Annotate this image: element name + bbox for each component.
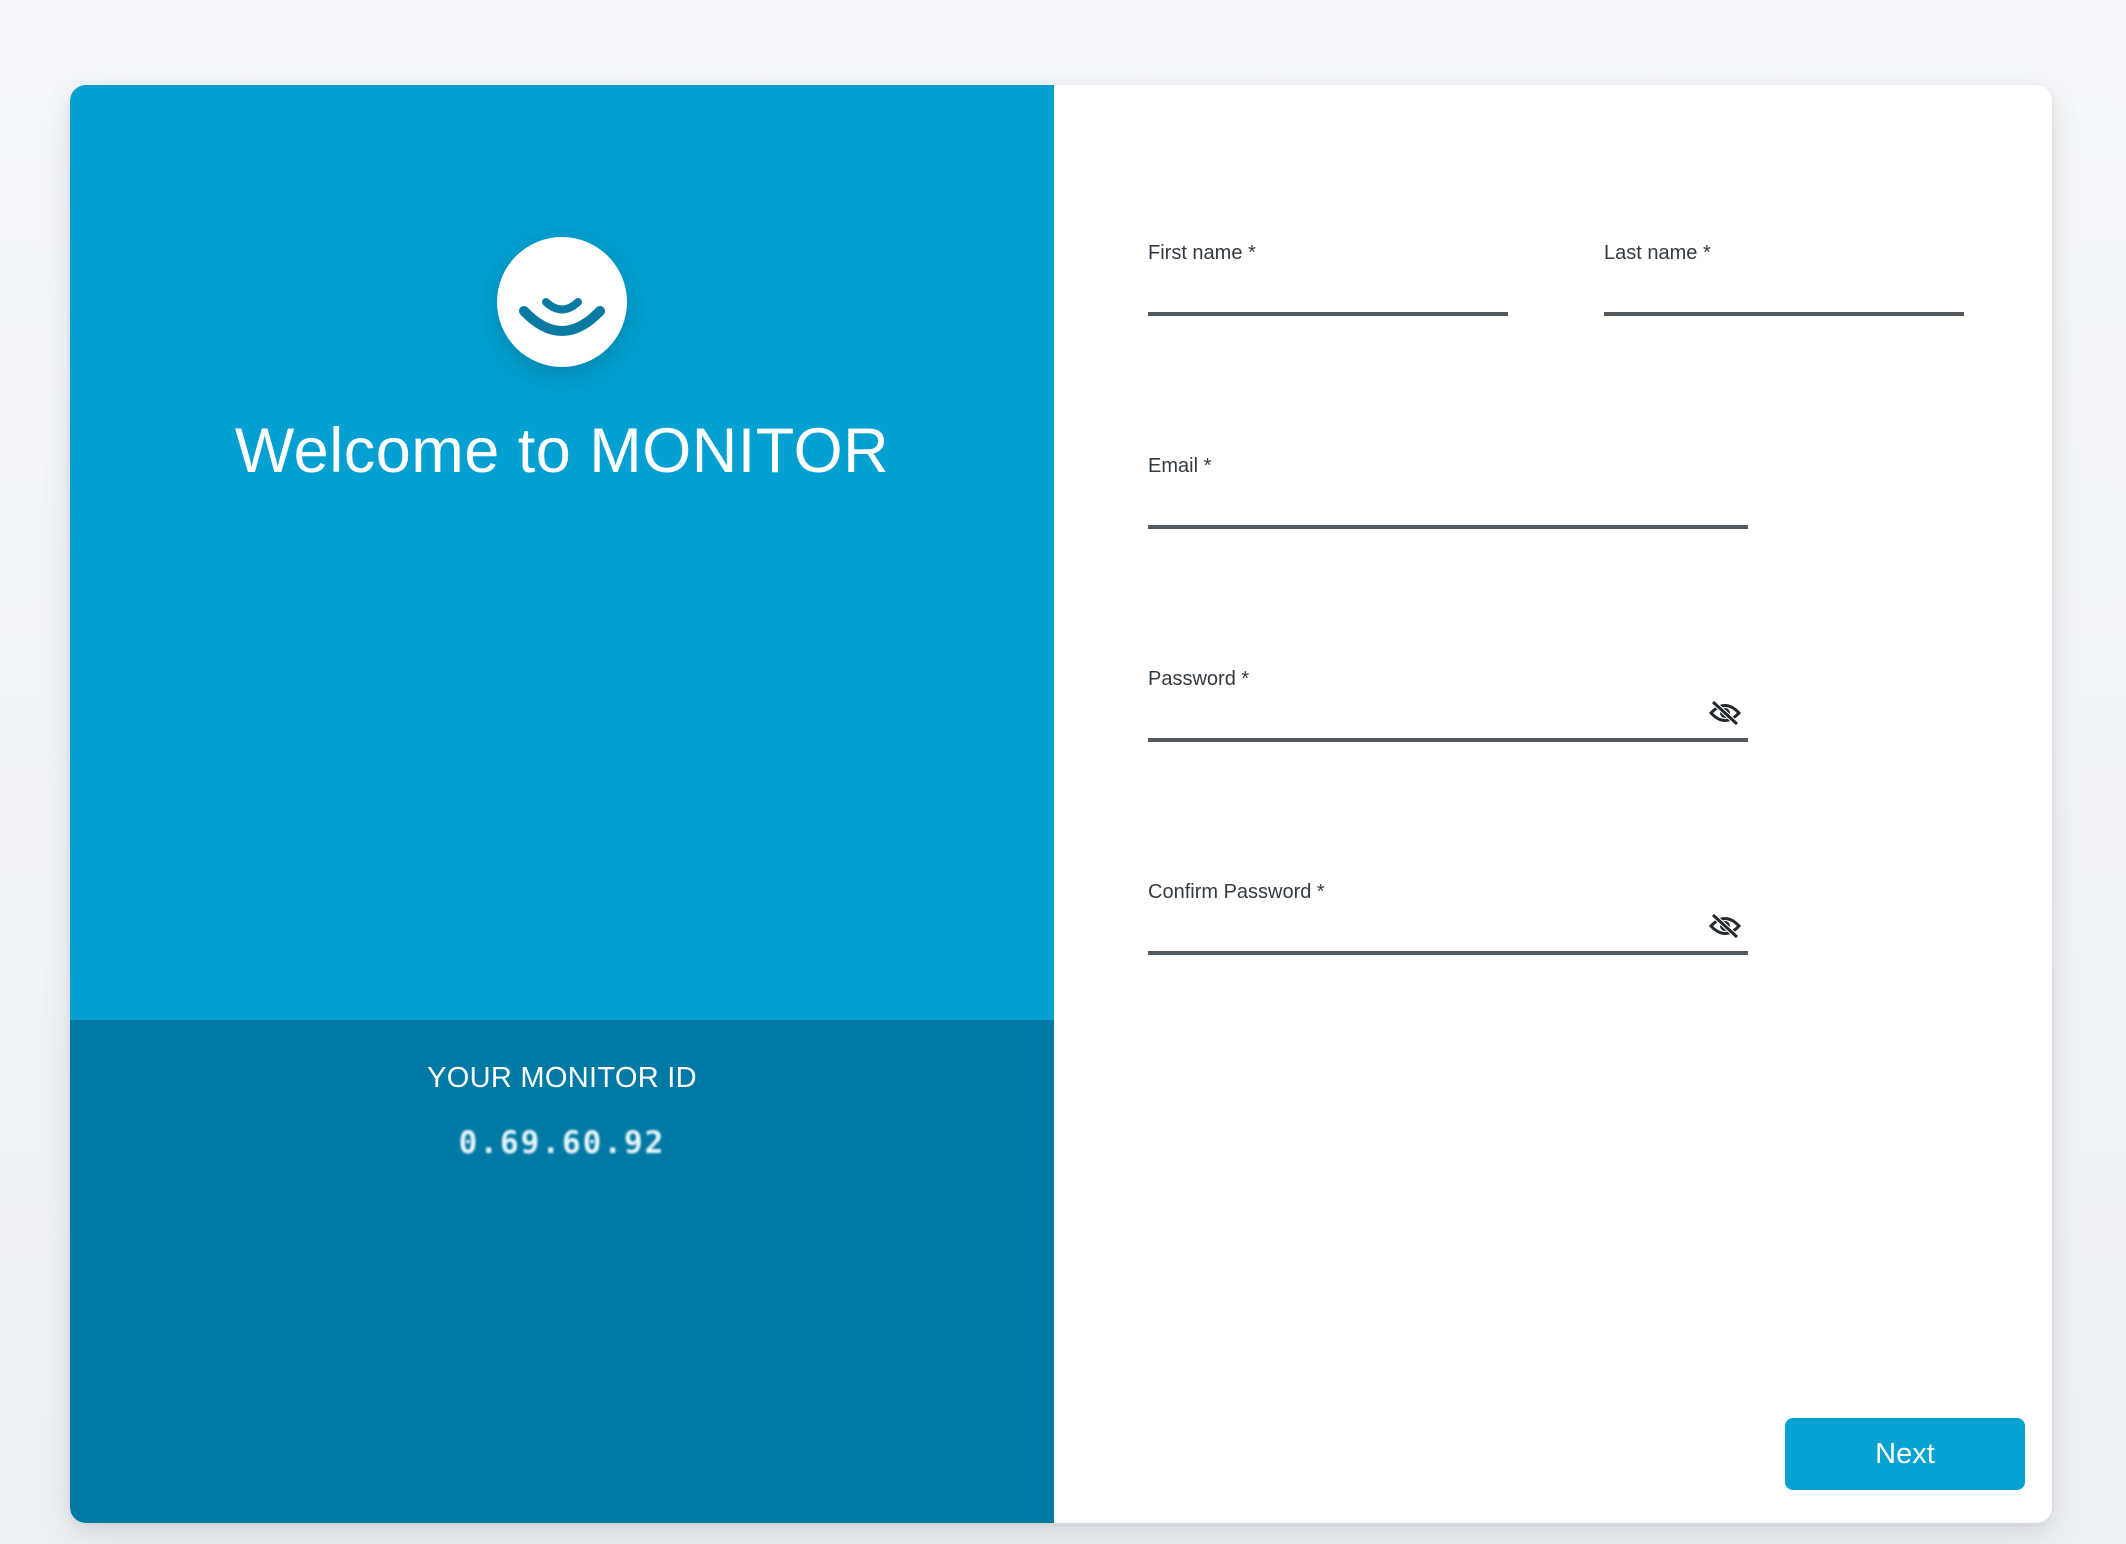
confirm-password-field[interactable]: Confirm Password *: [1148, 881, 1748, 955]
monitor-id-value: 0.69.60.92: [458, 1125, 666, 1161]
welcome-banner: Welcome to MONITOR: [70, 85, 1054, 1020]
monitor-id-section: YOUR MONITOR ID 0.69.60.92: [70, 1020, 1054, 1523]
next-button[interactable]: Next: [1785, 1418, 2025, 1490]
monitor-id-label: YOUR MONITOR ID: [427, 1062, 697, 1094]
eye-off-icon[interactable]: [1708, 700, 1742, 726]
password-label: Password *: [1148, 668, 1250, 690]
signup-card: Welcome to MONITOR YOUR MONITOR ID 0.69.…: [70, 85, 2052, 1523]
email-field[interactable]: Email *: [1148, 455, 1748, 529]
first-name-input[interactable]: [1148, 276, 1458, 310]
first-name-label: First name *: [1148, 242, 1256, 264]
email-input[interactable]: [1148, 489, 1698, 523]
eye-off-icon[interactable]: [1708, 913, 1742, 939]
last-name-input[interactable]: [1604, 276, 1914, 310]
registration-form: First name * Last name * Email * Passwor…: [1054, 85, 2052, 1523]
email-label: Email *: [1148, 455, 1212, 477]
welcome-title: Welcome to MONITOR: [234, 416, 890, 486]
password-field[interactable]: Password *: [1148, 668, 1748, 742]
confirm-password-input[interactable]: [1148, 915, 1698, 949]
welcome-panel: Welcome to MONITOR YOUR MONITOR ID 0.69.…: [70, 85, 1054, 1523]
smile-logo-icon: [497, 237, 627, 367]
last-name-field[interactable]: Last name *: [1604, 242, 1964, 316]
first-name-field[interactable]: First name *: [1148, 242, 1508, 316]
password-input[interactable]: [1148, 702, 1698, 736]
confirm-password-label: Confirm Password *: [1148, 881, 1325, 903]
last-name-label: Last name *: [1604, 242, 1711, 264]
